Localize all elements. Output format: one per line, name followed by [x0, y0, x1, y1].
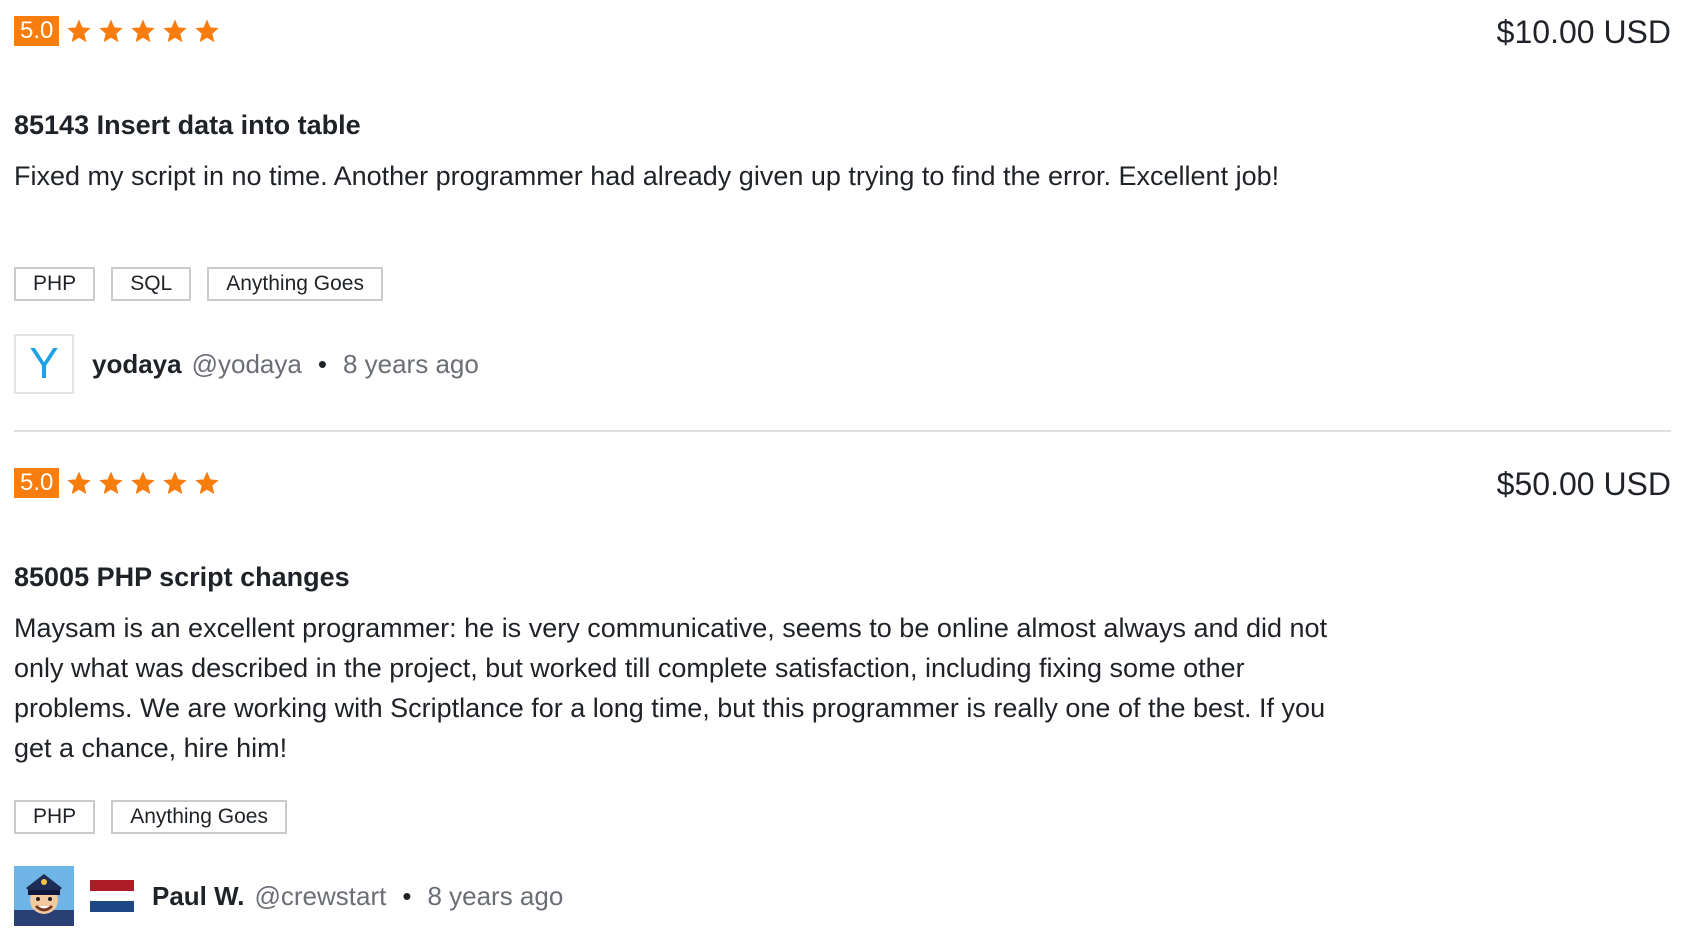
- avatar[interactable]: Y: [14, 334, 74, 394]
- review-item: 5.0 $10.00 USD 85143 Insert data into ta…: [14, 14, 1671, 414]
- skill-tag[interactable]: Anything Goes: [111, 800, 287, 834]
- reviewer-handle[interactable]: @crewstart: [254, 881, 386, 912]
- star-icon: [129, 17, 157, 45]
- separator-dot: •: [317, 348, 327, 379]
- review-amount: $50.00 USD: [1496, 466, 1671, 502]
- star-icon: [193, 469, 221, 497]
- star-icon: [97, 469, 125, 497]
- reviewer-name[interactable]: Paul W.: [152, 881, 244, 912]
- skill-tag[interactable]: PHP: [14, 267, 96, 301]
- skill-tags: PHP Anything Goes: [14, 800, 287, 834]
- rating-row: 5.0: [14, 14, 221, 48]
- rating-badge: 5.0: [14, 16, 60, 46]
- project-title[interactable]: 85005 PHP script changes: [14, 562, 350, 593]
- review-time: 8 years ago: [427, 880, 564, 911]
- reviewer-row: Paul W. @crewstart • 8 years ago: [14, 864, 563, 928]
- star-rating: [65, 17, 221, 45]
- avatar-letter: Y: [29, 339, 59, 388]
- star-icon: [97, 17, 125, 45]
- star-icon: [65, 17, 93, 45]
- review-time: 8 years ago: [342, 348, 479, 379]
- pilot-avatar-icon: [14, 866, 74, 926]
- skill-tag[interactable]: SQL: [111, 267, 192, 301]
- reviewer-row: Y yodaya @yodaya • 8 years ago: [14, 332, 479, 396]
- rating-badge: 5.0: [14, 468, 60, 498]
- skill-tag[interactable]: PHP: [14, 800, 96, 834]
- star-icon: [161, 17, 189, 45]
- divider: [14, 430, 1671, 432]
- reviewer-name[interactable]: yodaya: [92, 349, 182, 380]
- avatar[interactable]: [14, 866, 74, 926]
- star-rating: [65, 469, 221, 497]
- rating-row: 5.0: [14, 466, 221, 500]
- star-icon: [193, 17, 221, 45]
- netherlands-flag-icon: [90, 880, 134, 913]
- review-item: 5.0 $50.00 USD 85005 PHP script changes …: [14, 466, 1671, 936]
- reviewer-handle[interactable]: @yodaya: [192, 349, 302, 380]
- skill-tag[interactable]: Anything Goes: [207, 267, 383, 301]
- star-icon: [161, 469, 189, 497]
- separator-dot: •: [402, 880, 412, 911]
- review-amount: $10.00 USD: [1496, 14, 1671, 50]
- review-comment: Fixed my script in no time. Another prog…: [14, 161, 1280, 191]
- star-icon: [129, 469, 157, 497]
- review-comment: Maysam is an excellent programmer: he is…: [14, 613, 1328, 763]
- project-title[interactable]: 85143 Insert data into table: [14, 110, 361, 141]
- star-icon: [65, 469, 93, 497]
- skill-tags: PHP SQL Anything Goes: [14, 267, 383, 301]
